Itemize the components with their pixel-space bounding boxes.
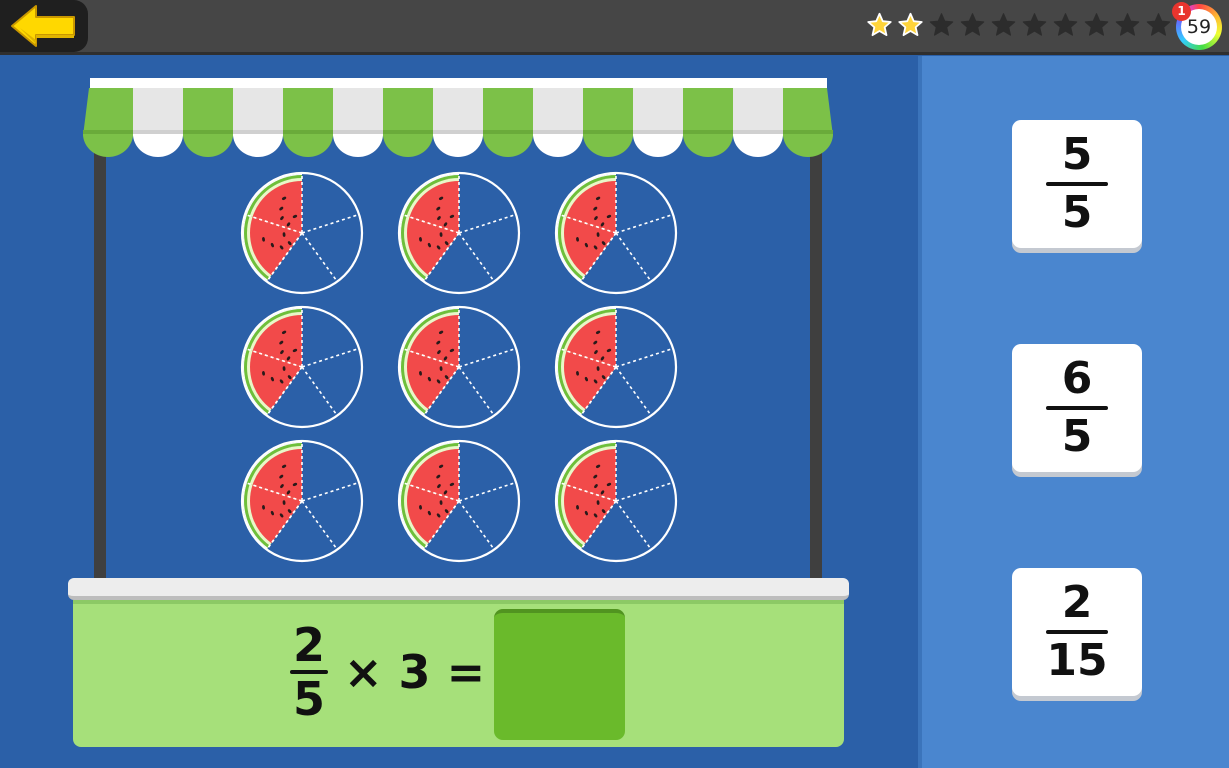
watermelon [240, 171, 364, 295]
equation-multiplier: 3 [398, 645, 431, 699]
awning-stripe [383, 88, 433, 157]
awning-stripe [433, 88, 483, 157]
awning-stripe [533, 88, 583, 157]
star-progress [866, 10, 1172, 42]
watermelon [397, 439, 521, 563]
answer-denominator: 15 [1046, 635, 1108, 686]
star-filled-icon [897, 10, 924, 42]
fraction-bar [1046, 630, 1108, 634]
equation: 2 5 × 3 = [290, 620, 485, 724]
answer-card-2[interactable]: 6 5 [1012, 344, 1142, 472]
awning-stripe [183, 88, 233, 157]
answer-numerator: 2 [1061, 577, 1093, 628]
fraction-bar [1046, 182, 1108, 186]
fraction-bar [1046, 406, 1108, 410]
watermelon [240, 305, 364, 429]
awning [83, 88, 833, 157]
equation-fraction: 2 5 [290, 622, 328, 722]
watermelon [397, 305, 521, 429]
notification-badge: 1 [1172, 2, 1191, 21]
star-empty-icon [990, 10, 1017, 42]
awning-stripe [133, 88, 183, 157]
awning-stripe [733, 88, 783, 157]
awning-stripe [633, 88, 683, 157]
awning-stripe [783, 88, 833, 157]
star-empty-icon [959, 10, 986, 42]
star-empty-icon [928, 10, 955, 42]
answer-card-3[interactable]: 2 15 [1012, 568, 1142, 696]
stall-post-right [810, 150, 822, 582]
awning-stripe [583, 88, 633, 157]
watermelon [554, 305, 678, 429]
watermelon [554, 171, 678, 295]
awning-stripe [233, 88, 283, 157]
watermelon-grid [240, 171, 678, 563]
left-arrow-icon [11, 5, 75, 47]
star-filled-icon [866, 10, 893, 42]
answer-denominator: 5 [1061, 187, 1093, 238]
watermelon [240, 439, 364, 563]
awning-stripe [283, 88, 333, 157]
back-button[interactable] [0, 0, 88, 52]
awning-stripe [683, 88, 733, 157]
watermelon [554, 439, 678, 563]
awning-stripe [83, 88, 133, 157]
star-empty-icon [1114, 10, 1141, 42]
watermelon [397, 171, 521, 295]
answer-numerator: 6 [1061, 353, 1093, 404]
answer-denominator: 5 [1061, 411, 1093, 462]
star-empty-icon [1021, 10, 1048, 42]
equation-denominator: 5 [292, 672, 325, 726]
equals-sign: = [446, 645, 486, 699]
star-empty-icon [1052, 10, 1079, 42]
top-bar: 59 1 [0, 0, 1229, 55]
answer-card-1[interactable]: 5 5 [1012, 120, 1142, 248]
equation-numerator: 2 [292, 618, 325, 672]
counter-top [68, 578, 849, 600]
multiply-sign: × [344, 645, 383, 699]
star-empty-icon [1145, 10, 1172, 42]
answer-numerator: 5 [1061, 129, 1093, 180]
star-empty-icon [1083, 10, 1110, 42]
stall-post-left [94, 150, 106, 582]
awning-stripe [483, 88, 533, 157]
answer-drop-box[interactable] [494, 609, 625, 740]
awning-stripe [333, 88, 383, 157]
